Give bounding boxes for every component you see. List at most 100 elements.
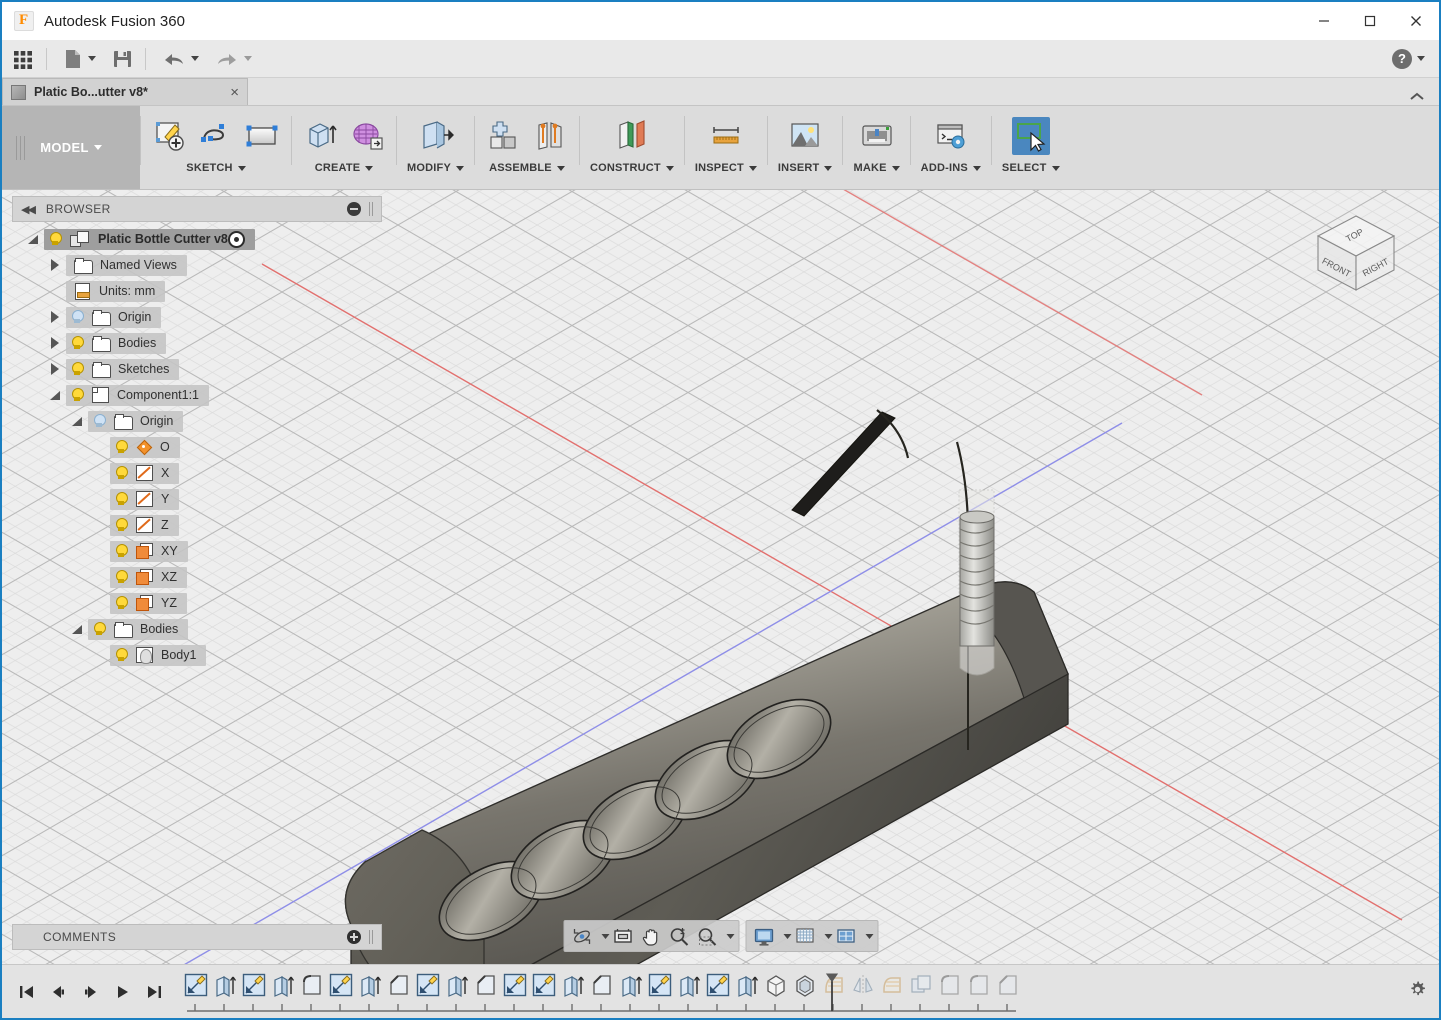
save-button[interactable] — [106, 44, 139, 74]
timeline-feature[interactable] — [616, 970, 645, 1000]
panel-inspect-label[interactable]: INSPECT — [695, 162, 757, 174]
tree-node-body[interactable]: Sketches — [66, 359, 179, 380]
panel-create-label[interactable]: CREATE — [315, 162, 374, 174]
timeline-feature[interactable] — [239, 970, 268, 1000]
ribbon-collapse-button[interactable] — [1409, 89, 1439, 105]
new-document-button[interactable] — [57, 44, 102, 74]
light-bulb-icon[interactable] — [113, 465, 129, 481]
timeline-feature[interactable] — [529, 970, 558, 1000]
select-cursor-icon[interactable] — [1012, 117, 1050, 155]
light-bulb-icon[interactable] — [113, 491, 129, 507]
help-menu[interactable]: ? — [1392, 49, 1439, 69]
orbit-icon[interactable] — [568, 923, 596, 949]
maximize-button[interactable] — [1347, 2, 1393, 40]
grid-snaps-icon[interactable] — [791, 923, 819, 949]
close-button[interactable] — [1393, 2, 1439, 40]
collapse-triangle-icon[interactable] — [44, 391, 66, 400]
tree-node[interactable]: Named Views — [12, 252, 382, 278]
chevron-down-icon[interactable] — [601, 934, 609, 939]
go-to-end-icon[interactable] — [140, 977, 169, 1007]
chevron-down-icon[interactable] — [865, 934, 873, 939]
timeline-track[interactable] — [181, 970, 1439, 1014]
new-component-icon[interactable] — [485, 117, 523, 155]
expand-triangle-icon[interactable] — [44, 363, 66, 375]
tree-node-body[interactable]: YZ — [110, 593, 187, 614]
timeline-feature[interactable] — [877, 970, 906, 1000]
tree-node[interactable]: Body1 — [12, 642, 382, 668]
tree-node-body[interactable]: XZ — [110, 567, 187, 588]
timeline-feature[interactable] — [790, 970, 819, 1000]
panel-addins-label[interactable]: ADD-INS — [921, 162, 981, 174]
browser-header[interactable]: ◀◀ BROWSER — [12, 196, 382, 222]
minus-circle-icon[interactable] — [347, 202, 361, 216]
workspace-selector[interactable]: MODEL — [2, 106, 140, 189]
timeline-feature[interactable] — [413, 970, 442, 1000]
light-bulb-icon[interactable] — [69, 361, 85, 377]
timeline-feature[interactable] — [558, 970, 587, 1000]
tree-node-body[interactable]: Z — [110, 515, 179, 536]
tree-node-body[interactable]: Named Views — [66, 255, 187, 276]
tree-node[interactable]: YZ — [12, 590, 382, 616]
expand-triangle-icon[interactable] — [44, 337, 66, 349]
chevron-down-icon[interactable] — [824, 934, 832, 939]
timeline-feature[interactable] — [442, 970, 471, 1000]
tree-node-body[interactable]: O — [110, 437, 180, 458]
timeline-feature[interactable] — [848, 970, 877, 1000]
close-tab-icon[interactable]: × — [206, 84, 239, 101]
tree-node[interactable]: Bodies — [12, 616, 382, 642]
create-sketch-icon[interactable] — [151, 117, 189, 155]
timeline-feature[interactable] — [935, 970, 964, 1000]
timeline-feature[interactable] — [906, 970, 935, 1000]
panel-select-label[interactable]: SELECT — [1002, 162, 1060, 174]
light-bulb-icon[interactable] — [69, 387, 85, 403]
form-icon[interactable] — [348, 117, 386, 155]
tree-node-body[interactable]: X — [110, 463, 179, 484]
gear-icon[interactable] — [1408, 980, 1427, 1004]
timeline-feature[interactable] — [268, 970, 297, 1000]
tree-node-body[interactable]: XY — [110, 541, 188, 562]
undo-button[interactable] — [156, 44, 205, 74]
tree-node-body[interactable]: Body1 — [110, 645, 206, 666]
minimize-button[interactable] — [1301, 2, 1347, 40]
light-bulb-icon[interactable] — [69, 309, 85, 325]
timeline-feature[interactable] — [471, 970, 500, 1000]
light-bulb-icon[interactable] — [113, 543, 129, 559]
panel-make-label[interactable]: MAKE — [853, 162, 899, 174]
tree-node-body[interactable]: Y — [110, 489, 179, 510]
tree-node[interactable]: X — [12, 460, 382, 486]
expand-triangle-icon[interactable] — [44, 259, 66, 271]
light-bulb-icon[interactable] — [91, 413, 107, 429]
spline-icon[interactable] — [197, 117, 235, 155]
chevron-down-icon[interactable] — [783, 934, 791, 939]
go-to-beginning-icon[interactable] — [12, 977, 41, 1007]
3d-viewport[interactable]: ◀◀ BROWSER Platic Bottle Cutter v8 Named … — [2, 190, 1439, 964]
light-bulb-icon[interactable] — [113, 569, 129, 585]
3d-print-icon[interactable] — [858, 117, 896, 155]
app-grid-button[interactable] — [6, 44, 40, 74]
active-component-radio[interactable] — [228, 231, 245, 248]
press-pull-icon[interactable] — [416, 117, 454, 155]
display-settings-icon[interactable] — [750, 923, 778, 949]
view-cube[interactable]: TOP FRONT RIGHT — [1301, 198, 1411, 308]
tree-node-body[interactable]: Platic Bottle Cutter v8 — [44, 229, 255, 250]
timeline-feature[interactable] — [703, 970, 732, 1000]
timeline-feature[interactable] — [181, 970, 210, 1000]
tree-node[interactable]: Y — [12, 486, 382, 512]
timeline-feature[interactable] — [645, 970, 674, 1000]
comments-panel[interactable]: COMMENTS — [12, 924, 382, 950]
offset-plane-icon[interactable] — [613, 117, 651, 155]
measure-ruler-icon[interactable] — [707, 117, 745, 155]
panel-construct-label[interactable]: CONSTRUCT — [590, 162, 674, 174]
tree-node[interactable]: Origin — [12, 408, 382, 434]
double-left-arrow-icon[interactable]: ◀◀ — [21, 203, 34, 216]
viewports-icon[interactable] — [832, 923, 860, 949]
play-icon[interactable] — [108, 977, 137, 1007]
timeline-feature[interactable] — [587, 970, 616, 1000]
step-back-icon[interactable] — [44, 977, 73, 1007]
light-bulb-icon[interactable] — [113, 595, 129, 611]
panel-modify-label[interactable]: MODIFY — [407, 162, 464, 174]
expand-triangle-icon[interactable] — [44, 311, 66, 323]
tree-node-body[interactable]: Bodies — [66, 333, 166, 354]
light-bulb-icon[interactable] — [113, 439, 129, 455]
tree-node[interactable]: Z — [12, 512, 382, 538]
